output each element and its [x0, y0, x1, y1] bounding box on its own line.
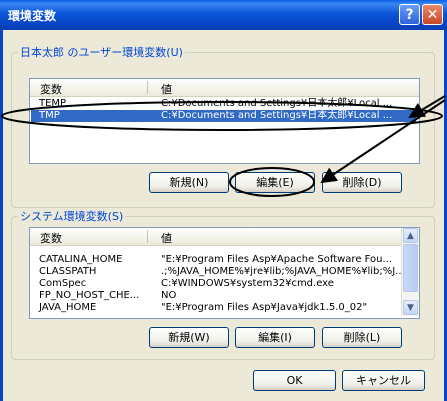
environment-variables-dialog: 環境変数 ? ✕ 日本太郎 のユーザー環境変数(U) 変数 値 TEMP C:¥… [0, 0, 447, 401]
annotation-overlay [1, 95, 446, 197]
highlight-ellipse-selected-row [1, 101, 443, 131]
annotation-arrow-edit [320, 99, 446, 184]
highlight-ellipse-edit-button [229, 167, 315, 197]
